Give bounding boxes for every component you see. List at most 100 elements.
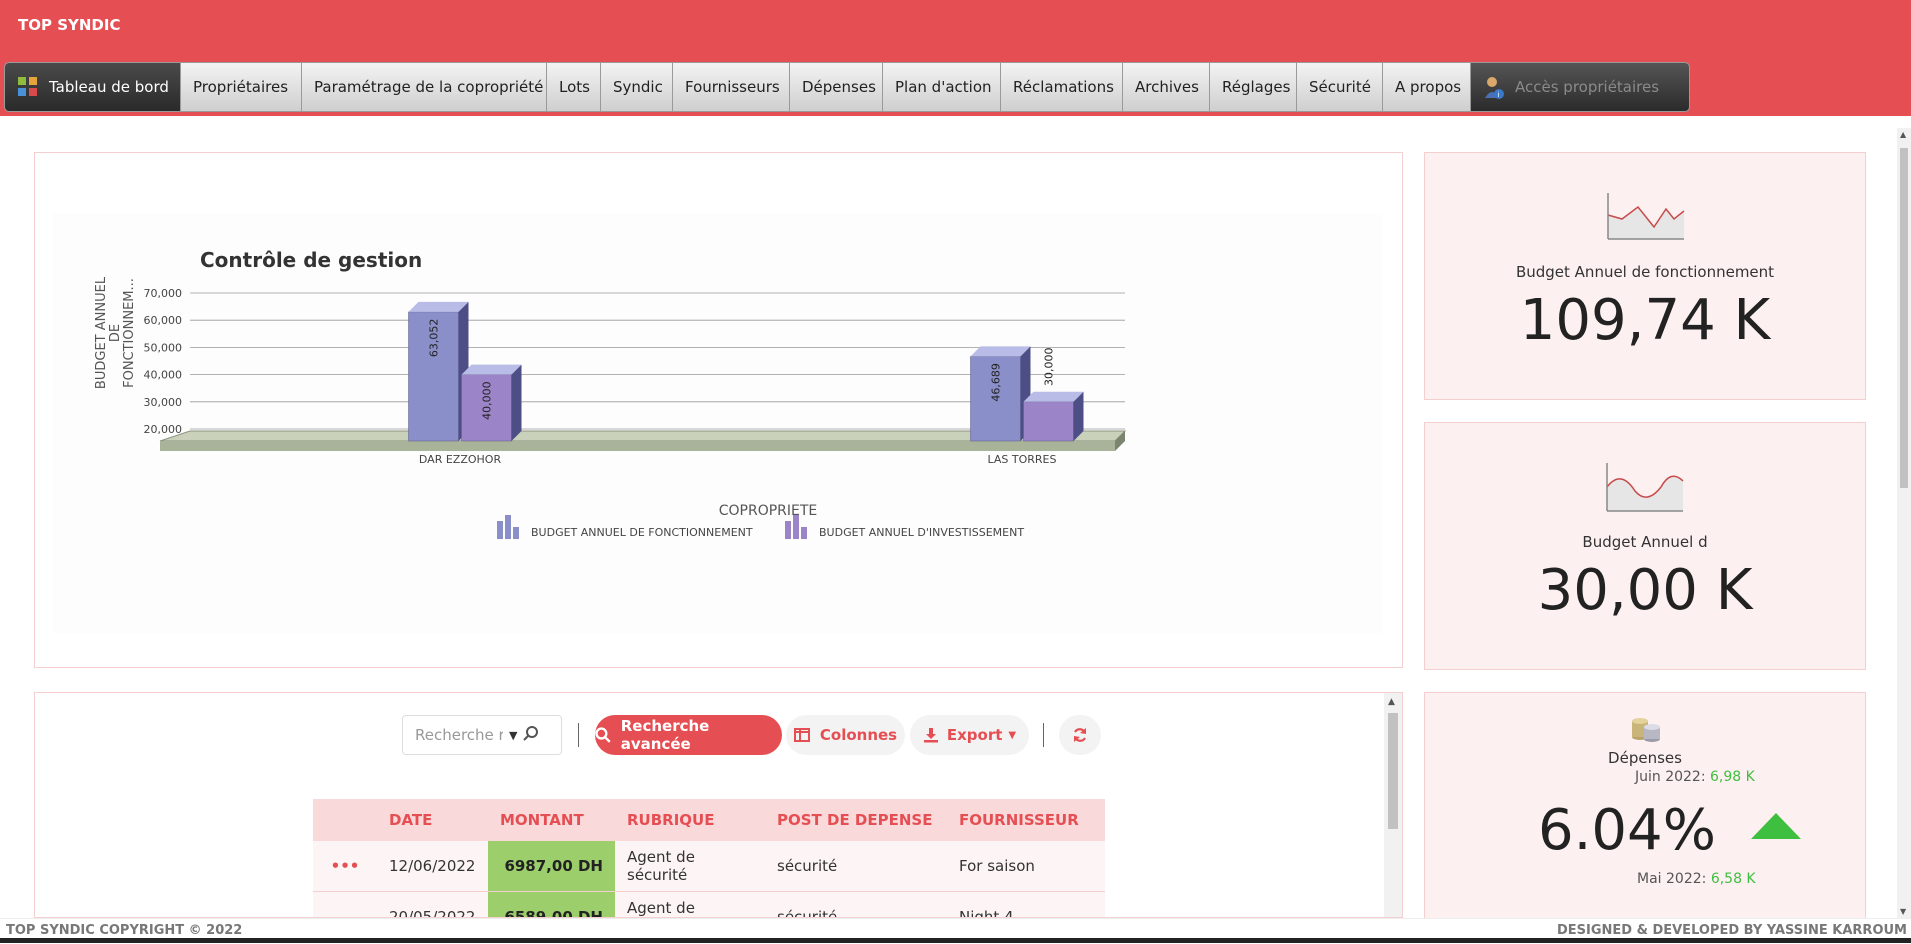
chart-title: Contrôle de gestion: [200, 248, 422, 272]
y-tick-label: 50,000: [144, 341, 183, 354]
toolbar-separator: [578, 723, 579, 747]
kpi-value: 30,00 K: [1537, 558, 1753, 623]
menu-item-reglages[interactable]: Réglages: [1210, 63, 1297, 111]
page-scroll-thumb[interactable]: [1900, 148, 1908, 488]
cell-rubrique: Agent de sécurité: [615, 841, 765, 892]
menu-item-fournisseurs[interactable]: Fournisseurs: [673, 63, 790, 111]
export-button[interactable]: Export ▼: [910, 715, 1029, 755]
footer-copyright: TOP SYNDIC COPYRIGHT © 2022: [6, 923, 243, 938]
menu-item-archives[interactable]: Archives: [1123, 63, 1210, 111]
previous-period: Mai 2022: [1637, 871, 1702, 887]
toolbar-separator: [1043, 723, 1044, 747]
page-scrollbar[interactable]: ▲ ▼: [1897, 128, 1911, 918]
main-menu: Tableau de bord Propriétaires Paramétrag…: [4, 62, 1690, 112]
kpi-depenses: Dépenses Juin 2022: 6,98 K 6.04% Mai 202…: [1424, 692, 1866, 918]
kpi-budget-fonctionnement: Budget Annuel de fonctionnement 109,74 K: [1424, 152, 1866, 400]
legend-swatch: [793, 515, 799, 539]
menu-label: Accès propriétaires: [1515, 78, 1660, 96]
quick-search-placeholder: Recherche rapide: [415, 726, 503, 744]
area-chart-icon: [1606, 463, 1684, 512]
menu-item-a-propos[interactable]: A propos: [1383, 63, 1471, 111]
export-label: Export: [946, 726, 1003, 744]
header-fournisseur[interactable]: FOURNISSEUR: [947, 799, 1105, 841]
legend-swatch: [801, 527, 807, 539]
dropdown-caret-icon[interactable]: ▼: [509, 729, 517, 742]
scroll-up-arrow[interactable]: ▲: [1900, 130, 1906, 139]
menu-item-depenses[interactable]: Dépenses: [790, 63, 883, 111]
quick-search-input[interactable]: Recherche rapide ▼: [402, 715, 562, 755]
cell-date: 20/05/2022: [377, 891, 488, 917]
cell-date: 12/06/2022: [377, 841, 488, 892]
legend-swatch: [513, 527, 519, 539]
dashboard-icon: [17, 76, 39, 98]
menu-item-acces-proprietaires[interactable]: i Accès propriétaires: [1471, 63, 1689, 111]
menu-item-parametrage[interactable]: Paramétrage de la copropriété: [302, 63, 547, 111]
current-period: Juin 2022: [1635, 769, 1701, 785]
legend-swatch: [505, 515, 511, 539]
cell-rubrique: Agent de sécurité: [615, 891, 765, 917]
menu-item-plan-action[interactable]: Plan d'action: [883, 63, 1001, 111]
scroll-thumb[interactable]: [1388, 713, 1398, 829]
legend-swatch: [497, 521, 503, 539]
chart-panel: Contrôle de gestion BUDGET ANNUEL DE FON…: [34, 152, 1403, 668]
kpi-budget-investissement: Budget Annuel d 30,00 K: [1424, 422, 1866, 670]
panel-scrollbar[interactable]: ▲: [1384, 693, 1402, 917]
row-actions-button[interactable]: [313, 891, 377, 917]
columns-button[interactable]: Colonnes: [786, 715, 905, 755]
table-row[interactable]: 20/05/2022 6589,00 DH Agent de sécurité …: [313, 891, 1105, 917]
depenses-previous: Mai 2022: 6,58 K: [1637, 871, 1756, 887]
menu-item-syndic[interactable]: Syndic: [601, 63, 673, 111]
y-tick-label: 30,000: [144, 396, 183, 409]
caret-down-icon: ▼: [1008, 729, 1017, 741]
depenses-current: Juin 2022: 6,98 K: [1635, 769, 1755, 785]
x-tick-label: DAR EZZOHOR: [419, 453, 502, 466]
columns-icon: [793, 728, 810, 742]
download-icon: [923, 728, 938, 743]
depenses-grid-panel: Recherche rapide ▼ Recherche avancée Col…: [34, 692, 1403, 918]
app-brand: TOP SYNDIC: [18, 16, 121, 34]
menu-item-reclamations[interactable]: Réclamations: [1001, 63, 1123, 111]
previous-value: 6,58 K: [1710, 871, 1756, 887]
legend-label: BUDGET ANNUEL DE FONCTIONNEMENT: [531, 526, 753, 539]
table-row[interactable]: ••• 12/06/2022 6987,00 DH Agent de sécur…: [313, 841, 1105, 892]
menu-item-lots[interactable]: Lots: [547, 63, 601, 111]
menu-item-tableau-de-bord[interactable]: Tableau de bord: [5, 63, 181, 111]
legend-label: BUDGET ANNUEL D'INVESTISSEMENT: [819, 526, 1024, 539]
bar-side: [511, 364, 522, 441]
y-axis-title-line1: BUDGET ANNUEL: [94, 276, 109, 389]
legend-swatch: [785, 521, 791, 539]
menu-item-proprietaires[interactable]: Propriétaires: [181, 63, 302, 111]
dashboard-content: Contrôle de gestion BUDGET ANNUEL DE FON…: [0, 128, 1897, 918]
budget-chart: Contrôle de gestion BUDGET ANNUEL DE FON…: [53, 213, 1383, 633]
header-montant[interactable]: MONTANT: [488, 799, 615, 841]
header-post-depense[interactable]: POST DE DEPENSE: [765, 799, 947, 841]
bar-top: [461, 364, 522, 375]
search-icon: [595, 727, 611, 743]
kpi-value: 109,74 K: [1519, 288, 1771, 353]
depenses-table: DATE MONTANT RUBRIQUE POST DE DEPENSE FO…: [313, 799, 1105, 917]
row-actions-button[interactable]: •••: [313, 841, 377, 892]
bar-top: [408, 301, 469, 312]
svg-text:i: i: [1498, 91, 1500, 99]
cell-montant: 6987,00 DH: [488, 841, 615, 892]
top-header: TOP SYNDIC Tableau de bord Propriétaires…: [0, 0, 1911, 116]
refresh-button[interactable]: [1059, 715, 1101, 755]
search-icon[interactable]: [523, 725, 539, 745]
menu-item-securite[interactable]: Sécurité: [1297, 63, 1383, 111]
advanced-search-button[interactable]: Recherche avancée: [595, 715, 782, 755]
data-label: 63,052: [428, 319, 441, 358]
header-date[interactable]: DATE: [377, 799, 488, 841]
current-value: 6,98 K: [1710, 769, 1755, 785]
y-axis-title-line3: FONCTIONNEM...: [122, 278, 137, 388]
header-rubrique[interactable]: RUBRIQUE: [615, 799, 765, 841]
refresh-icon: [1073, 728, 1087, 742]
kpi-label: Budget Annuel de fonctionnement: [1515, 263, 1775, 281]
columns-label: Colonnes: [819, 726, 898, 744]
scroll-down-arrow[interactable]: ▼: [1900, 907, 1906, 916]
bar-top: [1023, 391, 1084, 402]
depenses-label: Dépenses: [1608, 749, 1682, 767]
data-label: 40,000: [481, 381, 494, 420]
x-tick-label: LAS TORRES: [988, 453, 1057, 466]
scroll-up-arrow[interactable]: ▲: [1388, 697, 1395, 707]
data-label: 46,689: [990, 363, 1003, 402]
